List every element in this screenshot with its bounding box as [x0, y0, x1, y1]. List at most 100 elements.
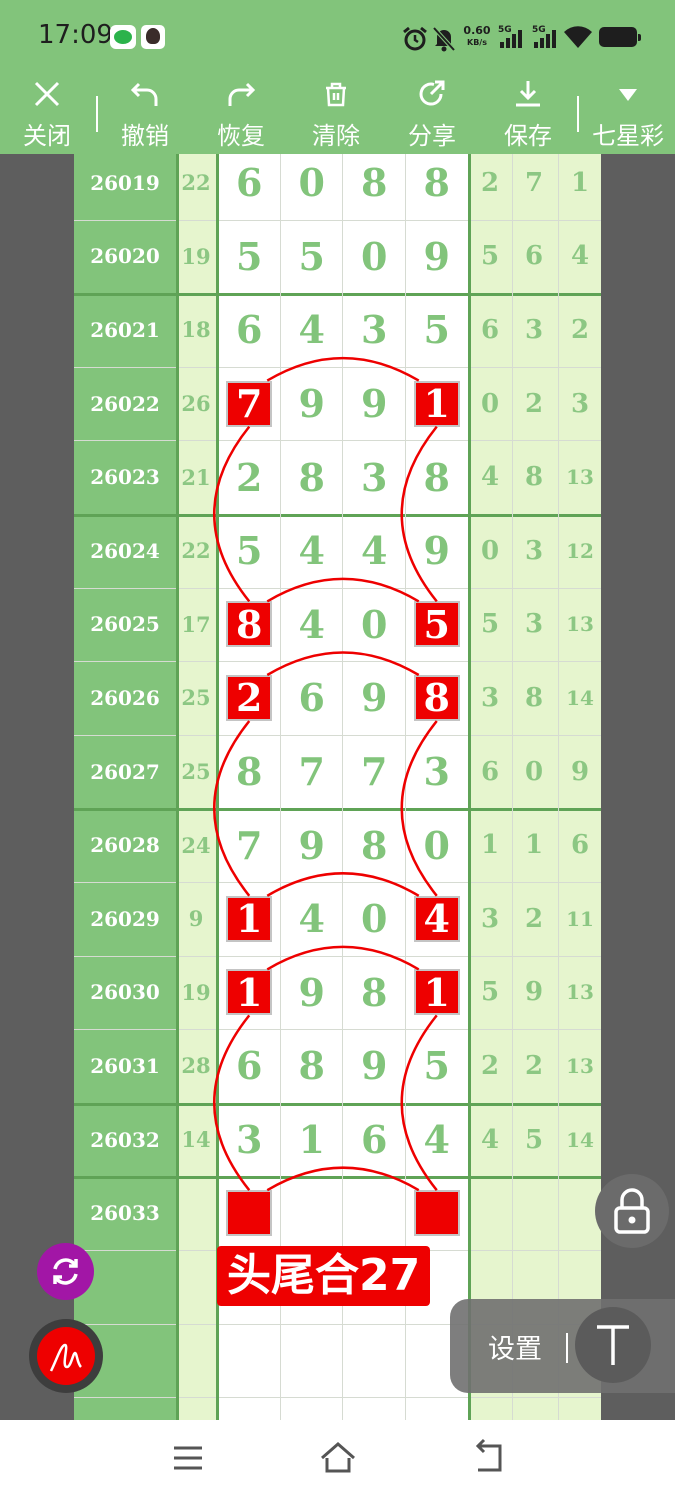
stat-value: 5: [480, 241, 500, 272]
stat-value: 5: [480, 977, 500, 1008]
undo-icon: [130, 82, 158, 106]
issue-number: 26024: [90, 538, 160, 563]
stat-value: 2: [524, 1050, 544, 1081]
digit-sum: 9: [188, 906, 204, 932]
digit-sum: 19: [181, 243, 211, 269]
issue-number: 26022: [90, 391, 160, 416]
lock-button[interactable]: [595, 1174, 669, 1248]
draw-digit: 9: [361, 1043, 388, 1089]
stat-value: 6: [524, 241, 544, 272]
draw-digit: 0: [361, 601, 388, 647]
draw-digit: 4: [361, 528, 388, 574]
stat-value: 6: [480, 756, 500, 787]
clear-button[interactable]: 清除: [293, 74, 379, 154]
net-speed: 0.60 KB/s: [461, 25, 493, 49]
close-icon: [34, 81, 60, 107]
stat-value: 4: [570, 241, 590, 272]
stat-value: 2: [480, 167, 500, 198]
stat-value: 1: [570, 167, 590, 198]
draw-digit: 6: [361, 1117, 388, 1163]
draw-digit: 1: [423, 381, 450, 427]
stat-value: 4: [480, 462, 500, 493]
digit-sum: 28: [181, 1053, 211, 1079]
stat-value: 3: [524, 314, 544, 345]
draw-digit: 3: [361, 454, 388, 500]
draw-digit: 8: [423, 675, 450, 721]
draw-digit: [218, 1176, 281, 1250]
digit-sum: 21: [181, 464, 211, 490]
share-label: 分享: [408, 122, 456, 150]
close-label: 关闭: [23, 122, 71, 150]
stat-value: [512, 1176, 556, 1250]
battery-icon: [599, 27, 641, 47]
draw-digit: 9: [423, 233, 450, 279]
back-icon[interactable]: [468, 1438, 508, 1478]
status-time: 17:09: [38, 20, 113, 50]
settings-button[interactable]: 设置: [488, 1327, 542, 1366]
draw-digit: 1: [423, 969, 450, 1015]
stat-value: 3: [570, 388, 590, 419]
draw-button[interactable]: [29, 1319, 103, 1393]
share-button[interactable]: 分享: [389, 74, 475, 154]
lottery-type-label: 七星彩: [592, 122, 664, 150]
share-icon: [419, 80, 445, 106]
draw-digit: 5: [423, 307, 450, 353]
draw-digit: 7: [236, 822, 263, 868]
stat-value: 0: [480, 535, 500, 566]
lottery-type-dropdown[interactable]: 七星彩: [584, 74, 672, 154]
draw-digit: [406, 1176, 469, 1250]
stat-value: 9: [570, 756, 590, 787]
draw-digit: 3: [423, 749, 450, 795]
digit-sum: 17: [181, 611, 211, 637]
stat-value: 6: [570, 830, 590, 861]
draw-digit: 0: [298, 160, 325, 206]
draw-digit: 6: [236, 307, 263, 353]
draw-digit: 5: [423, 1043, 450, 1089]
wechat-icon: [110, 25, 136, 49]
pen-scribble-icon: [49, 1343, 82, 1372]
signal-icon: [534, 30, 556, 48]
save-label: 保存: [504, 122, 552, 150]
stat-value: 2: [524, 903, 544, 934]
chart-canvas[interactable]: 26019 22 6 0 8 8 2 7 1 26020 19 5 5 0 9 5 6 4 26021 18 6 4 3 5 6…: [0, 154, 675, 1420]
stat-value: 4: [480, 1124, 500, 1155]
undo-button[interactable]: 撤销: [102, 74, 188, 154]
home-icon[interactable]: [318, 1438, 358, 1478]
toolbar: 关闭 撤销 恢复 清除 分享 保存 七星彩: [0, 74, 675, 154]
rotate-button[interactable]: [37, 1243, 94, 1300]
text-icon: [597, 1325, 629, 1365]
draw-digit: [281, 1176, 344, 1250]
settings-divider: [566, 1333, 568, 1363]
grid-row-line: [74, 1397, 601, 1398]
save-button[interactable]: 保存: [485, 74, 571, 154]
stat-value: 13: [566, 612, 594, 637]
digit-sum: 25: [181, 759, 211, 785]
draw-digit: 5: [236, 233, 263, 279]
redo-button[interactable]: 恢复: [198, 74, 284, 154]
draw-digit: 4: [298, 896, 325, 942]
draw-digit: 5: [236, 528, 263, 574]
net-speed-value: 0.60: [463, 24, 491, 37]
close-button[interactable]: 关闭: [4, 74, 90, 154]
stat-value: 3: [524, 535, 544, 566]
draw-digit: 4: [423, 1117, 450, 1163]
text-tool-button[interactable]: [575, 1307, 651, 1383]
status-bar: 17:09 0.60 KB/s 5G 5G: [0, 0, 675, 74]
stat-value: 3: [524, 609, 544, 640]
draw-digit: 8: [423, 160, 450, 206]
issue-number: 26032: [90, 1127, 160, 1152]
digit-sum: 25: [181, 685, 211, 711]
draw-digit: [343, 1176, 406, 1250]
issue-number: 26027: [90, 759, 160, 784]
draw-digit: 5: [298, 233, 325, 279]
digit-sum: 22: [181, 538, 211, 564]
user-avatar-icon: [141, 25, 165, 49]
menu-icon[interactable]: [168, 1438, 208, 1478]
issue-number: 26025: [90, 612, 160, 637]
stat-value: 8: [524, 682, 544, 713]
clear-label: 清除: [312, 122, 360, 150]
draw-digit: 7: [361, 749, 388, 795]
draw-digit: 1: [298, 1117, 325, 1163]
draw-digit: 9: [361, 381, 388, 427]
draw-digit: 5: [423, 601, 450, 647]
